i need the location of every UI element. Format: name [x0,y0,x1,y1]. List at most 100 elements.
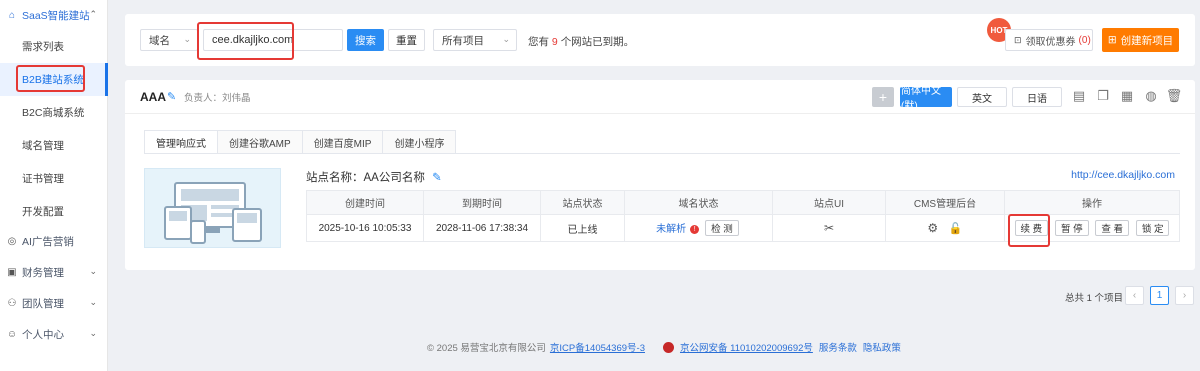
view-button[interactable]: 查 看 [1095,220,1130,236]
coupon-icon: ⊡ [1014,34,1022,45]
icp-link[interactable]: 京ICP备14054369号-3 [550,340,645,354]
language-ja-button[interactable]: 日语 [1012,87,1062,107]
warning-icon: ! [690,224,700,234]
domain-status-cell: 未解析! 检 测 [624,214,773,242]
create-project-button[interactable]: ⊞ 创建新项目 [1102,28,1179,52]
pause-button[interactable]: 暂 停 [1054,220,1089,236]
chevron-down-icon: ⌄ [89,266,97,276]
column-header: 到期时间 [423,190,541,215]
team-icon: ⚇ [7,298,17,309]
language-label: 英文 [972,93,992,105]
tab-baidu-mip[interactable]: 创建百度MIP [301,130,384,154]
tab-responsive[interactable]: 管理响应式 [144,130,218,154]
language-en-button[interactable]: 英文 [957,87,1007,107]
sidebar-group-team[interactable]: ⚇ 团队管理 ⌄ [0,288,107,319]
site-url-link[interactable]: http://cee.dkajljko.com [1071,169,1175,181]
police-record-link[interactable]: 京公网安备 11010202009692号 [680,340,813,354]
prev-page-button[interactable]: ‹ [1125,286,1144,305]
unlock-icon[interactable]: 🔓 [949,223,963,235]
sidebar-item-domains[interactable]: 域名管理 [0,129,107,162]
sidebar-item-b2c[interactable]: B2C商城系统 [0,96,107,129]
sidebar: ⌂ SaaS智能建站 ⌃ 需求列表 B2B建站系统 B2C商城系统 域名管理 证… [0,0,108,371]
copy-icon[interactable]: ❐ [1095,88,1111,104]
project-header: AAA ✎ 负责人：刘伟晶 + 简体中文(默) 英文 日语 ▤ ❐ ▦ ◍ 🗑 [125,80,1195,114]
search-input[interactable]: cee.dkajljko.com [203,29,343,51]
site-name-text: 站点名称：AA公司名称 [306,172,425,184]
sidebar-item-b2b[interactable]: B2B建站系统 [0,63,108,96]
coupon-button[interactable]: ⊡ 领取优惠券 (0) [1005,29,1093,51]
created-time-cell: 2025-10-16 10:05:33 [306,214,424,242]
sidebar-group-saas[interactable]: ⌂ SaaS智能建站 ⌃ [0,0,107,31]
tab-label: 管理响应式 [156,139,206,150]
search-button[interactable]: 搜索 [347,29,384,51]
sidebar-item-label: 域名管理 [22,140,64,152]
renew-button[interactable]: 续 费 [1014,220,1049,236]
site-status-cell: 已上线 [540,214,625,242]
notice-count: 9 [551,36,558,48]
edit-icon[interactable]: ✎ [167,90,176,103]
sidebar-group-label: AI广告营销 [22,236,74,248]
tab-mini-program[interactable]: 创建小程序 [382,130,457,154]
sidebar-group-personal[interactable]: ☺ 个人中心 ⌄ [0,319,107,350]
sidebar-group-label: 团队管理 [22,298,64,310]
project-filter-select[interactable]: 所有项目 ⌄ [433,29,517,51]
home-icon: ⌂ [8,10,16,21]
language-label: 简体中文(默) [901,86,941,112]
column-header: 创建时间 [306,190,424,215]
column-header: 域名状态 [624,190,773,215]
prev-icon: ‹ [1132,290,1137,301]
globe-icon[interactable]: ◍ [1143,88,1159,104]
police-badge-icon [662,341,674,353]
search-input-value: cee.dkajljko.com [212,34,294,46]
create-project-label: 创建新项目 [1120,34,1174,47]
sidebar-item-dev-config[interactable]: 开发配置 [0,195,107,228]
next-page-button[interactable]: › [1175,286,1194,305]
lock-button[interactable]: 锁 定 [1135,220,1170,236]
privacy-link[interactable]: 隐私政策 [863,340,901,354]
sidebar-group-ai-ads[interactable]: ◎ AI广告营销 [0,226,107,257]
design-tools-icon[interactable]: ✂ [824,221,834,235]
template-icon[interactable]: ▦ [1119,88,1135,104]
trash-icon[interactable]: 🗑 [1166,88,1183,104]
project-name: AAA [140,90,166,104]
plus-square-icon: ⊞ [1107,34,1117,46]
chevron-down-icon: ⌄ [89,328,97,338]
tab-google-amp[interactable]: 创建谷歌AMP [217,130,303,154]
sidebar-group-label: 财务管理 [22,267,64,279]
sidebar-item-certificates[interactable]: 证书管理 [0,162,107,195]
table-header-row: 创建时间 到期时间 站点状态 域名状态 站点UI CMS管理后台 操作 [306,190,1180,215]
coupon-count: (0) [1078,34,1091,46]
devices-illustration [164,182,262,244]
site-name: 站点名称：AA公司名称 ✎ [306,169,442,185]
sidebar-item-requirements[interactable]: 需求列表 [0,30,107,63]
cms-cell: ⚙ 🔓 [885,214,1005,242]
sidebar-item-label: 需求列表 [22,41,64,53]
page-number-button[interactable]: 1 [1150,286,1169,305]
search-bar-card: 域名 ⌄ cee.dkajljko.com 搜索 重置 所有项目 ⌄ 您有 9 … [125,14,1195,66]
site-type-tabs: 管理响应式 创建谷歌AMP 创建百度MIP 创建小程序 [144,130,457,154]
tab-label: 创建小程序 [394,139,445,150]
search-field-select[interactable]: 域名 ⌄ [140,29,198,51]
user-icon: ☺ [6,329,18,340]
pagination-summary: 总共 1 个项目 [1065,293,1124,304]
edit-icon[interactable]: ✎ [432,172,442,184]
sidebar-group-label: 个人中心 [22,329,64,341]
reset-button[interactable]: 重置 [388,29,425,51]
language-zh-button[interactable]: 简体中文(默) [900,86,952,112]
language-label: 日语 [1027,93,1047,105]
column-header: CMS管理后台 [885,190,1005,215]
settings-icon[interactable]: ⚙ [927,221,938,235]
add-language-button[interactable]: + [872,87,894,107]
terms-link[interactable]: 服务条款 [819,340,857,354]
sidebar-group-finance[interactable]: ▣ 财务管理 ⌄ [0,257,107,288]
table-row: 2025-10-16 10:05:33 2028-11-06 17:38:34 … [306,214,1180,242]
select-value: 域名 [149,34,170,47]
chevron-down-icon: ⌄ [89,297,97,307]
tab-label: 创建百度MIP [313,139,372,150]
check-domain-button[interactable]: 检 测 [705,220,739,236]
sidebar-item-label: 开发配置 [22,206,64,218]
site-table: 创建时间 到期时间 站点状态 域名状态 站点UI CMS管理后台 操作 2025… [306,190,1180,242]
calendar-icon[interactable]: ▤ [1071,88,1087,104]
actions-cell: 续 费 暂 停 查 看 锁 定 [1004,214,1180,242]
notice-suffix: 个网站已到期。 [560,36,635,48]
